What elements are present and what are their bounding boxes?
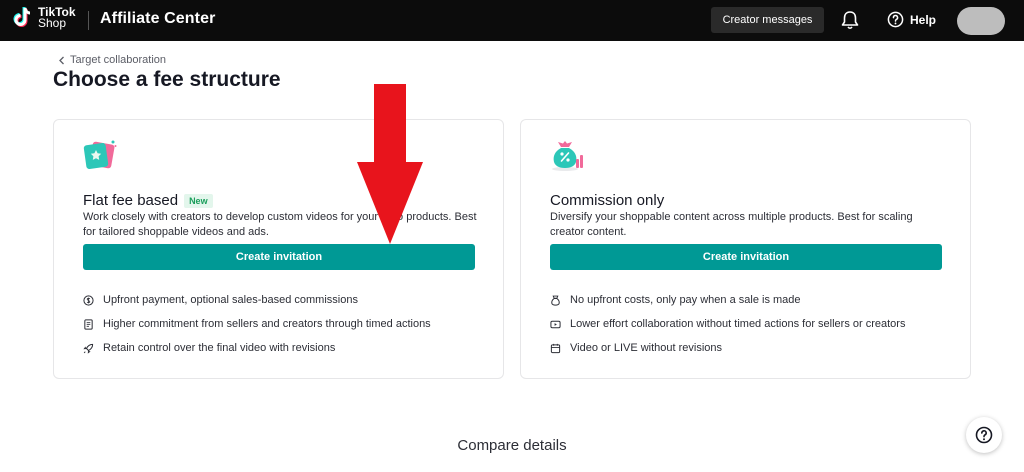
- card-description: Diversify your shoppable content across …: [550, 211, 913, 238]
- list-item: Video or LIVE without revisions: [550, 336, 905, 360]
- list-item: Upfront payment, optional sales-based co…: [83, 288, 431, 312]
- divider: [88, 11, 89, 30]
- breadcrumb[interactable]: Target collaboration: [58, 54, 166, 66]
- logo-line-2: Shop: [38, 16, 67, 30]
- avatar[interactable]: [957, 7, 1005, 35]
- create-invitation-button[interactable]: Create invitation: [83, 244, 475, 270]
- feature-list: No upfront costs, only pay when a sale i…: [550, 288, 905, 360]
- list-item: No upfront costs, only pay when a sale i…: [550, 288, 905, 312]
- feature-text: Upfront payment, optional sales-based co…: [103, 294, 358, 306]
- money-bag-illustration-icon: [552, 141, 583, 171]
- new-badge: New: [184, 193, 213, 208]
- feature-text: Higher commitment from sellers and creat…: [103, 318, 431, 330]
- page-title: Choose a fee structure: [53, 68, 281, 91]
- bell-icon[interactable]: [841, 10, 859, 30]
- commission-only-card: Commission only Diversify your shoppable…: [520, 119, 971, 379]
- video-icon: [550, 320, 561, 328]
- list-item: Lower effort collaboration without timed…: [550, 312, 905, 336]
- breadcrumb-label: Target collaboration: [70, 54, 167, 66]
- creator-messages-button[interactable]: Creator messages: [711, 7, 824, 33]
- calendar-icon: [550, 343, 561, 353]
- tiktok-icon: [13, 7, 31, 27]
- question-circle-icon: [975, 426, 993, 444]
- list-item: Retain control over the final video with…: [83, 336, 431, 360]
- list-item: Higher commitment from sellers and creat…: [83, 312, 431, 336]
- red-arrow-icon: [357, 84, 423, 244]
- feature-text: Retain control over the final video with…: [103, 342, 336, 354]
- feature-text: Video or LIVE without revisions: [570, 342, 723, 354]
- dollar-icon: [83, 294, 94, 306]
- feature-list: Upfront payment, optional sales-based co…: [83, 288, 431, 360]
- flat-fee-illustration-icon: [83, 140, 117, 170]
- help-label: Help: [910, 12, 937, 27]
- feature-text: Lower effort collaboration without timed…: [570, 318, 906, 330]
- feature-text: No upfront costs, only pay when a sale i…: [570, 294, 801, 306]
- document-icon: [84, 318, 93, 330]
- rocket-icon: [83, 343, 94, 354]
- help-link[interactable]: Help: [887, 11, 936, 28]
- top-navigation-bar: TikTok Shop Affiliate Center Creator mes…: [0, 0, 1024, 41]
- tiktok-shop-logo[interactable]: TikTok Shop: [12, 6, 76, 30]
- chevron-left-icon: [59, 56, 64, 64]
- card-title: Flat fee based: [83, 192, 179, 209]
- money-bag-icon: [551, 295, 560, 306]
- question-circle-icon: [887, 11, 904, 28]
- app-title: Affiliate Center: [100, 10, 216, 27]
- help-floating-button[interactable]: [966, 417, 1002, 453]
- compare-details-heading[interactable]: Compare details: [0, 437, 1024, 454]
- create-invitation-button[interactable]: Create invitation: [550, 244, 942, 270]
- card-title: Commission only: [550, 192, 665, 209]
- flat-fee-card: Flat fee based New Work closely with cre…: [53, 119, 504, 379]
